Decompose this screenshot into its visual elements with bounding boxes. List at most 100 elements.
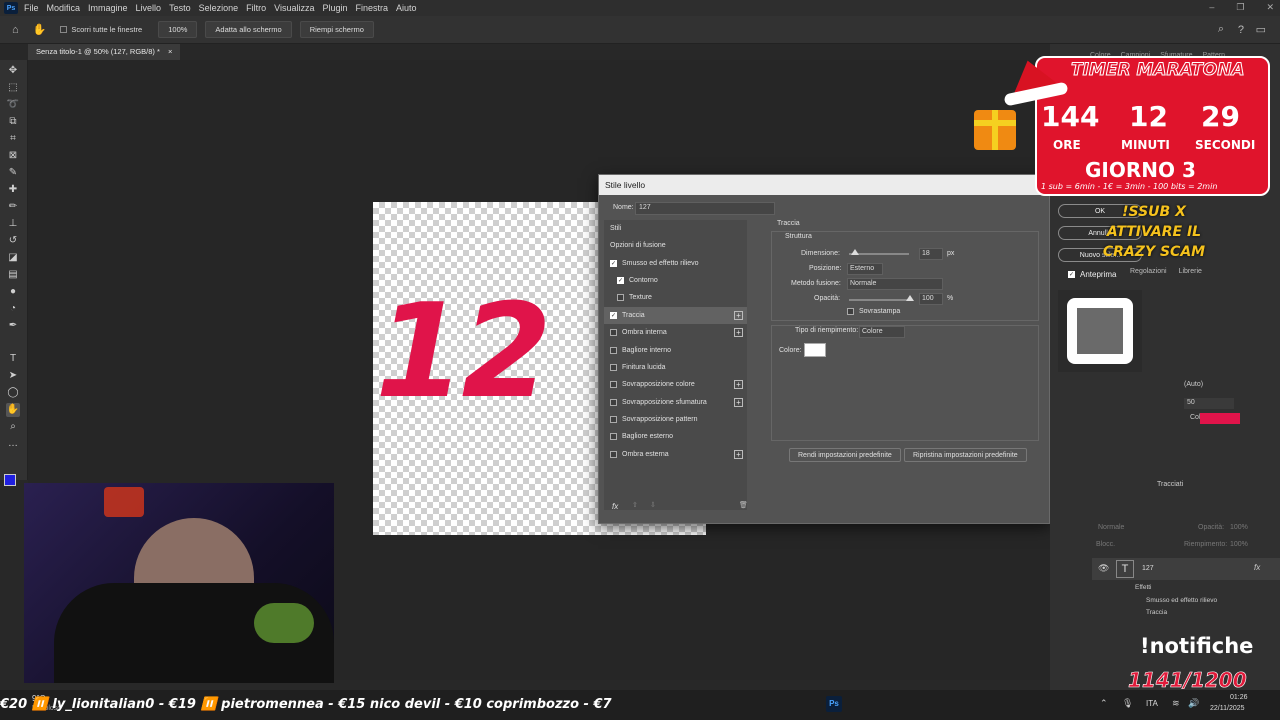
mic-icon[interactable]: 🎙 (1122, 698, 1133, 709)
tab-libraries[interactable]: Librerie (1179, 268, 1202, 275)
checkbox-icon[interactable] (610, 416, 617, 423)
opacity-field[interactable]: 100 (919, 293, 943, 305)
style-item-texture[interactable]: Texture (604, 289, 747, 306)
menu-type[interactable]: Testo (169, 3, 191, 13)
add-effect-icon[interactable]: + (734, 380, 743, 389)
hand-tool-icon[interactable]: ✋ (33, 23, 47, 36)
maximize-icon[interactable]: ❐ (1236, 2, 1244, 13)
blend-mode-select[interactable]: Normale (847, 278, 943, 290)
brush-tool-icon[interactable]: ✏ (6, 200, 20, 214)
clock-date[interactable]: 22/11/2025 (1210, 705, 1245, 712)
search-icon[interactable]: ⌕ (1218, 23, 1224, 36)
checkbox-icon[interactable]: ✓ (1068, 271, 1075, 278)
checkbox-icon[interactable]: ✓ (617, 277, 624, 284)
tab-adjustments[interactable]: Regolazioni (1130, 268, 1167, 275)
checkbox-icon[interactable] (610, 347, 617, 354)
trash-icon[interactable]: 🗑 (739, 501, 748, 509)
size-field[interactable]: 18 (919, 248, 943, 260)
crop-tool-icon[interactable]: ⌗ (6, 132, 20, 146)
visibility-eye-icon[interactable]: 👁 (1098, 563, 1109, 574)
checkbox-icon[interactable] (610, 399, 617, 406)
preview-row[interactable]: ✓ Anteprima (1068, 270, 1116, 279)
blend-options-item[interactable]: Opzioni di fusione (604, 237, 747, 254)
blur-tool-icon[interactable]: ● (6, 285, 20, 299)
checkbox-icon[interactable] (610, 364, 617, 371)
move-tool-icon[interactable]: ✥ (6, 64, 20, 78)
layer-name[interactable]: 127 (1142, 565, 1154, 572)
workspace-icon[interactable]: ▭ (1256, 23, 1266, 36)
object-select-tool-icon[interactable]: ⧉ (6, 115, 20, 129)
pen-tool-icon[interactable]: ✒ (6, 319, 20, 333)
home-icon[interactable]: ⌂ (12, 24, 19, 36)
checkbox-icon[interactable] (617, 294, 624, 301)
add-effect-icon[interactable]: + (734, 311, 743, 320)
photoshop-taskbar-icon[interactable]: Ps (826, 696, 842, 712)
style-item-bevel[interactable]: ✓ Smusso ed effetto rilievo (604, 255, 747, 272)
opacity-slider-handle[interactable] (906, 295, 914, 301)
foreground-color-swatch[interactable] (4, 474, 16, 486)
opacity-slider[interactable] (849, 299, 909, 301)
document-tab[interactable]: Senza titolo-1 @ 50% (127, RGB/8) * × (28, 44, 181, 60)
effect-bevel[interactable]: Smusso ed effetto rilievo (1146, 597, 1217, 604)
tracking-value[interactable]: 50 (1184, 398, 1234, 409)
layer-opacity-value[interactable]: 100% (1230, 524, 1248, 531)
language-indicator[interactable]: ITA (1146, 699, 1158, 708)
tab-paths[interactable]: Tracciati (1157, 481, 1183, 488)
zoom-tool-icon[interactable]: ⌕ (6, 420, 20, 434)
history-brush-icon[interactable]: ↺ (6, 234, 20, 248)
layer-blend-mode[interactable]: Normale (1098, 524, 1124, 531)
minimize-icon[interactable]: – (1209, 2, 1214, 13)
menu-image[interactable]: Immagine (88, 3, 128, 13)
name-field[interactable]: 127 (635, 202, 775, 215)
style-item-color-overlay[interactable]: Sovrapposizione colore + (604, 376, 747, 393)
frame-tool-icon[interactable]: ⊠ (6, 149, 20, 163)
menu-help[interactable]: Aiuto (396, 3, 417, 13)
reset-default-button[interactable]: Ripristina impostazioni predefinite (904, 448, 1027, 462)
stamp-tool-icon[interactable]: ⊥ (6, 217, 20, 231)
path-select-tool-icon[interactable]: ➤ (6, 369, 20, 383)
checkbox-icon[interactable]: ✓ (610, 312, 617, 319)
style-item-gradient-overlay[interactable]: Sovrapposizione sfumatura + (604, 394, 747, 411)
move-up-icon[interactable]: ⇧ (632, 501, 638, 509)
close-tab-icon[interactable]: × (168, 47, 172, 56)
checkbox-icon[interactable] (610, 433, 617, 440)
style-item-inner-shadow[interactable]: Ombra interna + (604, 324, 747, 341)
fill-screen-button[interactable]: Riempi schermo (299, 21, 374, 38)
volume-icon[interactable]: 🔊 (1188, 698, 1199, 709)
add-effect-icon[interactable]: + (734, 328, 743, 337)
menu-file[interactable]: File (24, 3, 39, 13)
size-slider-handle[interactable] (851, 249, 859, 255)
menu-layer[interactable]: Livello (136, 3, 162, 13)
menu-window[interactable]: Finestra (356, 3, 389, 13)
style-item-stroke[interactable]: ✓ Traccia + (604, 307, 747, 324)
checkbox-icon[interactable]: ✓ (610, 260, 617, 267)
menu-filter[interactable]: Filtro (246, 3, 266, 13)
type-tool-icon[interactable]: T (6, 352, 20, 366)
dodge-tool-icon[interactable]: ◔ (6, 302, 20, 316)
overprint-row[interactable]: Sovrastampa (847, 308, 900, 315)
fill-type-select[interactable]: Colore (859, 326, 905, 338)
make-default-button[interactable]: Rendi impostazioni predefinite (789, 448, 901, 462)
text-color-swatch[interactable] (1200, 413, 1240, 424)
scroll-all-checkbox[interactable] (60, 26, 68, 33)
gradient-tool-icon[interactable]: ▤ (6, 268, 20, 282)
help-icon[interactable]: ? (1238, 24, 1244, 36)
fx-icon[interactable]: fx (612, 502, 618, 511)
layer-row[interactable]: 👁 T 127 fx (1092, 558, 1280, 580)
close-icon[interactable]: ✕ (1266, 2, 1274, 13)
leading-value[interactable]: (Auto) (1184, 381, 1203, 388)
menu-select[interactable]: Selezione (199, 3, 239, 13)
style-item-satin[interactable]: Finitura lucida (604, 359, 747, 376)
lasso-tool-icon[interactable]: ➰ (6, 98, 20, 112)
zoom-100-button[interactable]: 100% (158, 21, 198, 38)
marquee-tool-icon[interactable]: ⬚ (6, 81, 20, 95)
more-tools-icon[interactable]: … (6, 437, 20, 451)
style-item-inner-glow[interactable]: Bagliore interno (604, 342, 747, 359)
menu-plugins[interactable]: Plugin (322, 3, 347, 13)
style-item-pattern-overlay[interactable]: Sovrapposizione pattern (604, 411, 747, 428)
add-effect-icon[interactable]: + (734, 398, 743, 407)
style-item-contour[interactable]: ✓ Contorno (604, 272, 747, 289)
wifi-icon[interactable]: ≋ (1172, 698, 1180, 709)
eyedropper-tool-icon[interactable]: ✎ (6, 166, 20, 180)
styles-header[interactable]: Stili (604, 220, 747, 237)
